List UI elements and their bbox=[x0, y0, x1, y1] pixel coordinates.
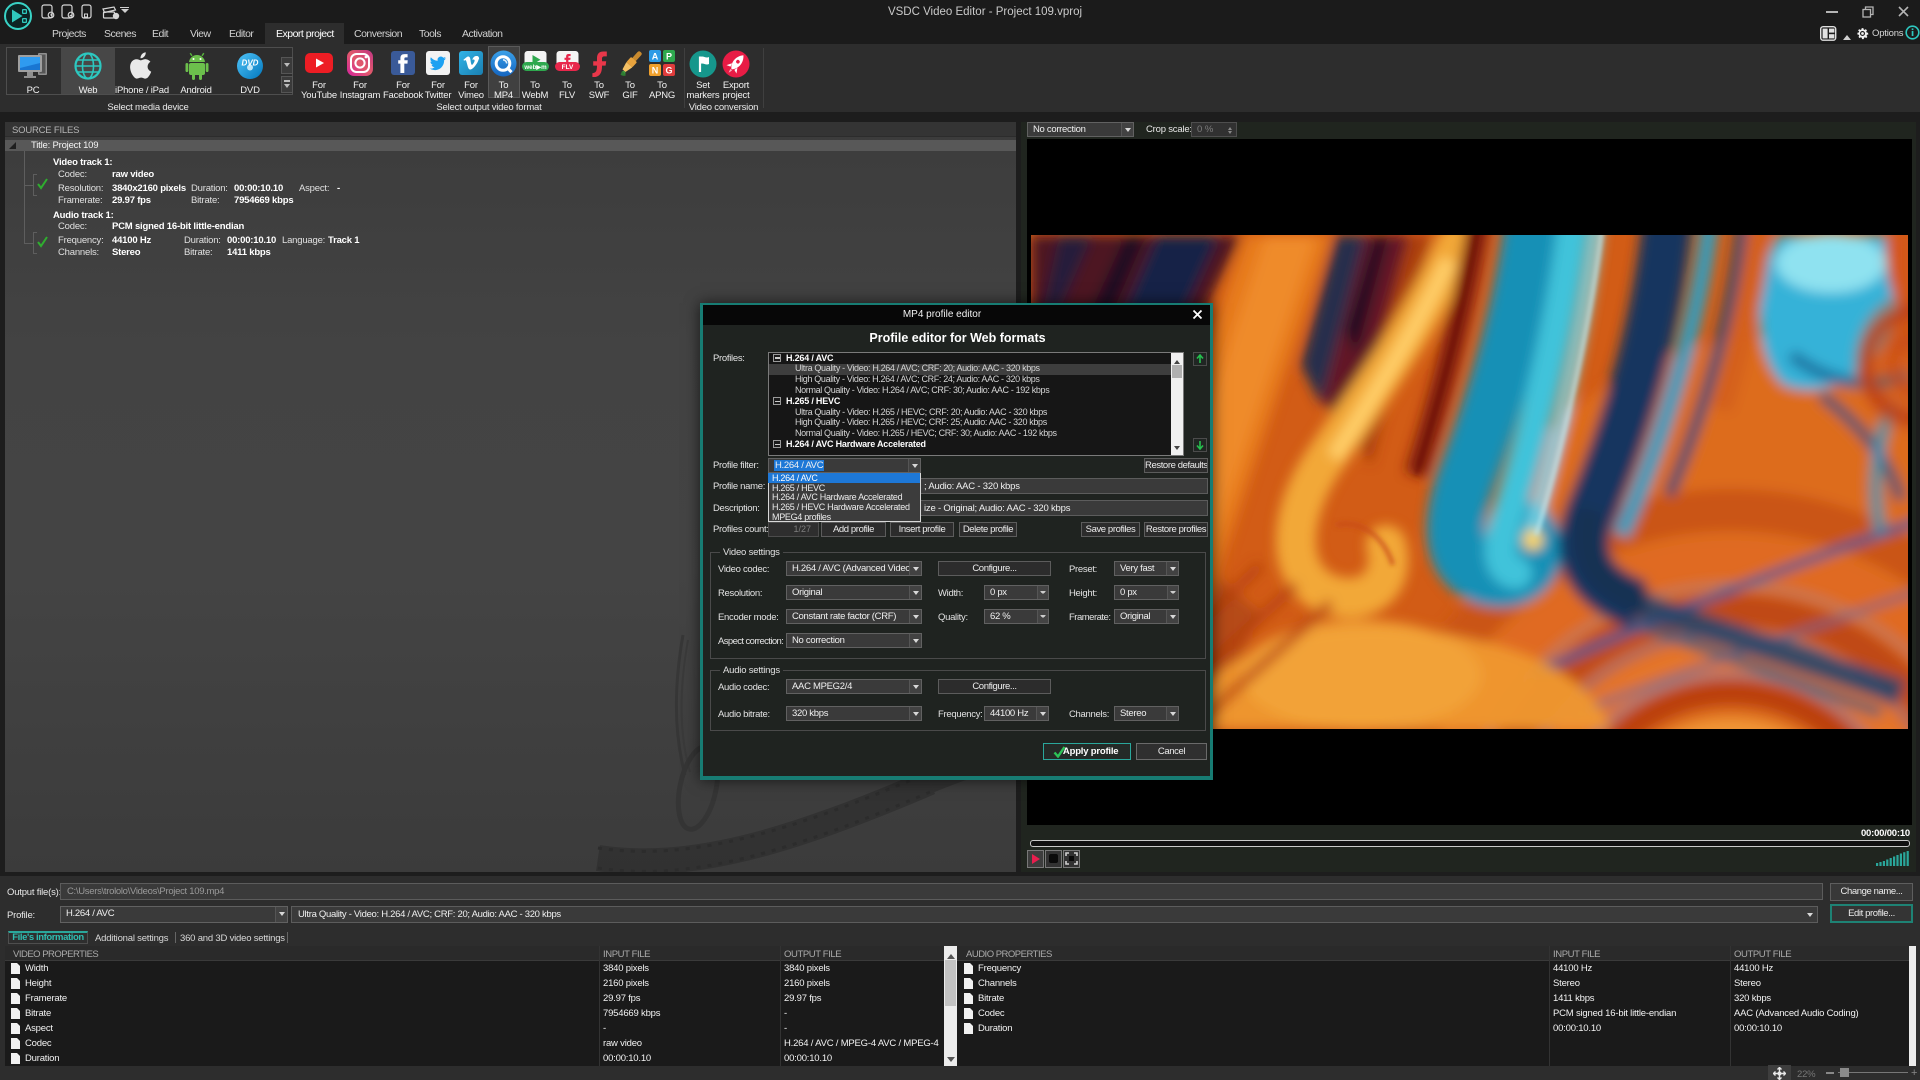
svg-text:FLV: FLV bbox=[562, 64, 574, 71]
svg-text:A: A bbox=[652, 52, 659, 62]
svg-text:G: G bbox=[665, 66, 672, 76]
svg-text:web▶m: web▶m bbox=[523, 64, 547, 71]
svg-text:DVD: DVD bbox=[242, 59, 259, 68]
svg-text:P: P bbox=[666, 52, 672, 62]
svg-text:N: N bbox=[652, 66, 659, 76]
